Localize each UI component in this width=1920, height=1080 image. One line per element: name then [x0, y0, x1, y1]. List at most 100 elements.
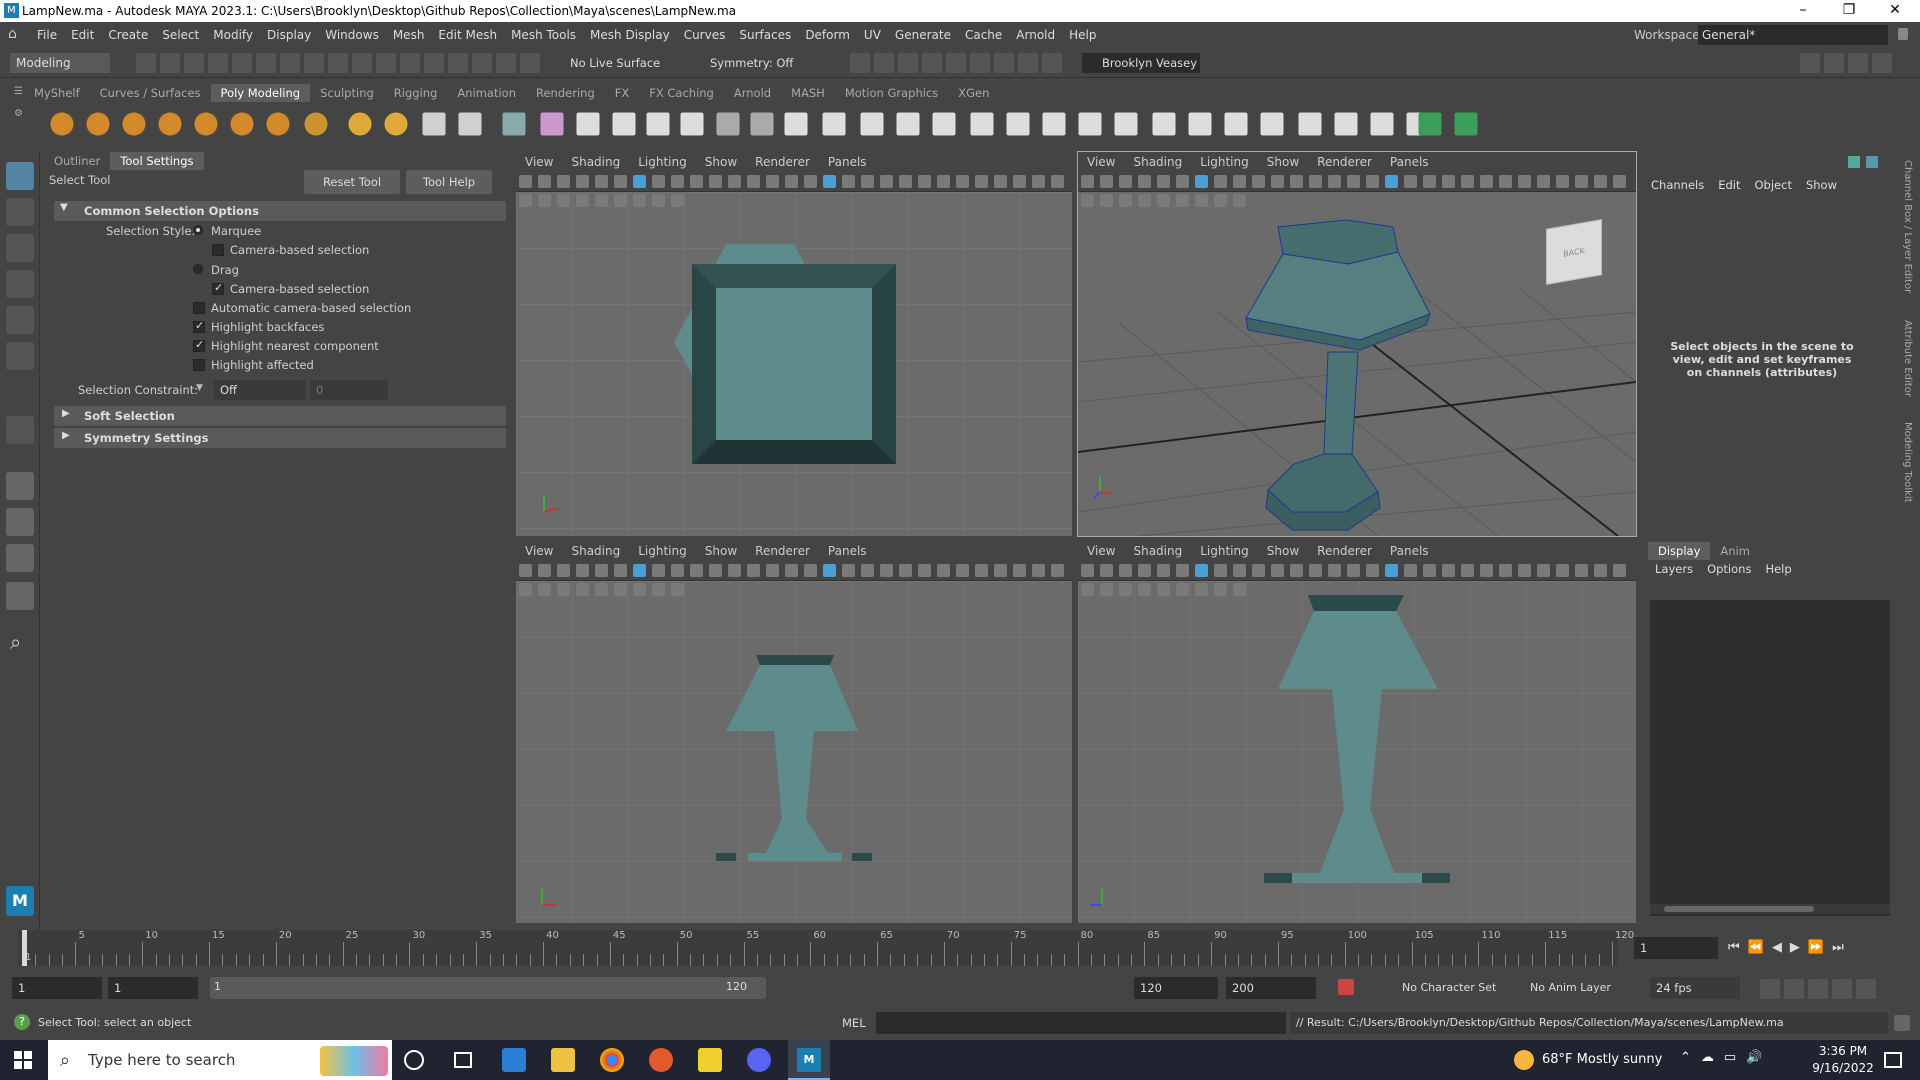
status-line-tool-icon[interactable] — [946, 53, 966, 73]
viewport-tool-icon[interactable] — [937, 564, 950, 577]
viewport-tool-icon[interactable] — [956, 175, 969, 188]
shelf-tab-poly-modeling[interactable]: Poly Modeling — [210, 84, 311, 102]
shelf-tool-icon[interactable] — [384, 112, 408, 136]
layer-list[interactable] — [1650, 600, 1890, 916]
show-menu[interactable]: Show — [696, 541, 746, 561]
status-line-tool-icon[interactable] — [1808, 979, 1828, 999]
menuset-select[interactable]: Modeling — [10, 53, 110, 73]
viewport-tool-icon[interactable] — [1442, 564, 1455, 577]
viewport-tool-icon[interactable] — [1366, 564, 1379, 577]
viewport-tool-icon[interactable] — [994, 175, 1007, 188]
viewport-tool-icon[interactable] — [614, 564, 627, 577]
command-line-input[interactable] — [876, 1012, 1286, 1034]
viewport-tool-icon[interactable] — [785, 564, 798, 577]
viewport-tool-icon[interactable] — [823, 564, 836, 577]
help-icon[interactable]: ? — [14, 1014, 30, 1030]
menu-file[interactable]: File — [30, 22, 64, 48]
shelf-tool-icon[interactable] — [646, 112, 670, 136]
paint-select-icon[interactable] — [6, 234, 34, 262]
end-time-field[interactable]: 200 — [1226, 977, 1316, 999]
viewport-tool-icon[interactable] — [1081, 564, 1094, 577]
live-surface-field[interactable]: No Live Surface — [566, 53, 662, 73]
character-set-select[interactable]: No Character Set — [1402, 977, 1510, 999]
menu-help[interactable]: Help — [1062, 22, 1103, 48]
channel-box-side-tab[interactable]: Channel Box / Layer Editor — [1902, 160, 1913, 293]
notes-app-icon[interactable] — [698, 1048, 722, 1072]
viewport-tool-icon[interactable] — [880, 564, 893, 577]
viewport-side[interactable]: View Shading Lighting Show Renderer Panels — [1078, 541, 1636, 923]
renderer-menu[interactable]: Renderer — [746, 541, 819, 561]
home-icon[interactable]: ⌂ — [8, 27, 24, 41]
two-view-layout-icon[interactable] — [6, 544, 34, 572]
menu-uv[interactable]: UV — [857, 22, 888, 48]
viewport-tool-icon[interactable] — [1309, 564, 1322, 577]
lighting-menu[interactable]: Lighting — [1191, 152, 1258, 172]
tab-tool-settings[interactable]: Tool Settings — [110, 152, 204, 170]
maya-taskbar-button[interactable]: M — [788, 1040, 830, 1080]
status-line-tool-icon[interactable] — [1042, 53, 1062, 73]
viewport-tool-icon[interactable] — [1138, 175, 1151, 188]
viewport-tool-icon[interactable] — [519, 564, 532, 577]
viewport-tool-icon[interactable] — [1100, 564, 1113, 577]
viewport-tool-icon[interactable] — [1594, 175, 1607, 188]
lighting-menu[interactable]: Lighting — [629, 152, 696, 172]
menu-curves[interactable]: Curves — [677, 22, 733, 48]
status-line-tool-icon[interactable] — [448, 53, 468, 73]
viewport-tool-icon[interactable] — [766, 564, 779, 577]
viewport-tool-icon[interactable] — [1233, 175, 1246, 188]
status-line-tool-icon[interactable] — [352, 53, 372, 73]
scale-tool-icon[interactable] — [6, 342, 34, 370]
viewport-tool-icon[interactable] — [1309, 175, 1322, 188]
menu-cache[interactable]: Cache — [958, 22, 1009, 48]
status-line-tool-icon[interactable] — [922, 53, 942, 73]
status-line-tool-icon[interactable] — [136, 53, 156, 73]
close-button[interactable]: ✕ — [1872, 0, 1918, 22]
chrome-icon[interactable] — [600, 1048, 624, 1072]
shelf-tool-icon[interactable] — [1224, 112, 1248, 136]
viewport-tool-icon[interactable] — [1051, 175, 1064, 188]
workspace-select[interactable]: General* — [1698, 25, 1888, 45]
viewport-tool-icon[interactable] — [595, 175, 608, 188]
panels-menu[interactable]: Panels — [1381, 541, 1438, 561]
windows-start-icon[interactable] — [14, 1051, 32, 1069]
lighting-menu[interactable]: Lighting — [629, 541, 696, 561]
viewport-tool-icon[interactable] — [1594, 564, 1607, 577]
playback-end-field[interactable]: 120 — [1134, 977, 1218, 999]
viewport-tool-icon[interactable] — [1013, 564, 1026, 577]
viewport-tool-icon[interactable] — [842, 175, 855, 188]
shading-menu[interactable]: Shading — [562, 541, 629, 561]
viewport-tool-icon[interactable] — [1328, 564, 1341, 577]
menu-edit-mesh[interactable]: Edit Mesh — [431, 22, 504, 48]
task-view-icon[interactable] — [454, 1052, 472, 1068]
viewport-tool-icon[interactable] — [690, 564, 703, 577]
status-line-tool-icon[interactable] — [376, 53, 396, 73]
script-editor-icon[interactable] — [1894, 1015, 1910, 1031]
status-line-tool-icon[interactable] — [1018, 53, 1038, 73]
shelf-tool-icon[interactable] — [1042, 112, 1066, 136]
menu-surfaces[interactable]: Surfaces — [732, 22, 798, 48]
shelf-tool-icon[interactable] — [822, 112, 846, 136]
shelf-tab-mash[interactable]: MASH — [781, 84, 835, 102]
status-line-tool-icon[interactable] — [1824, 53, 1844, 73]
menu-select[interactable]: Select — [155, 22, 206, 48]
show-menu[interactable]: Show — [1258, 152, 1308, 172]
viewport-tool-icon[interactable] — [1442, 175, 1455, 188]
renderer-menu[interactable]: Renderer — [746, 152, 819, 172]
status-line-tool-icon[interactable] — [1760, 979, 1780, 999]
viewport-tool-icon[interactable] — [709, 175, 722, 188]
shelf-tool-icon[interactable] — [122, 112, 146, 136]
status-line-tool-icon[interactable] — [304, 53, 324, 73]
shelf-tool-icon[interactable] — [230, 112, 254, 136]
viewport-tool-icon[interactable] — [1271, 175, 1284, 188]
minimize-button[interactable]: – — [1780, 0, 1826, 22]
tool-help-button[interactable]: Tool Help — [406, 170, 492, 194]
help-menu[interactable]: Help — [1758, 560, 1798, 578]
attribute-editor-side-tab[interactable]: Attribute Editor — [1902, 320, 1913, 397]
menu-deform[interactable]: Deform — [798, 22, 857, 48]
viewport-tool-icon[interactable] — [595, 564, 608, 577]
select-tool-icon[interactable] — [6, 162, 34, 190]
shelf-tool-icon[interactable] — [860, 112, 884, 136]
viewport-tool-icon[interactable] — [918, 175, 931, 188]
viewport-tool-icon[interactable] — [633, 564, 646, 577]
soft-selection-header[interactable]: Soft Selection — [54, 406, 506, 426]
